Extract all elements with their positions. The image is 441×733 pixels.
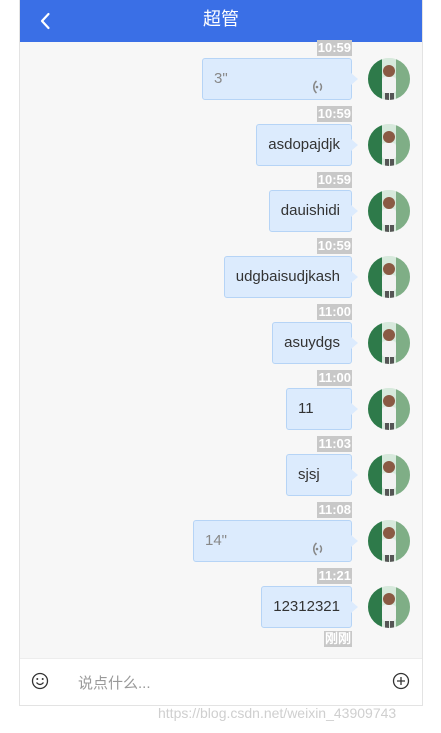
voice-message-bubble[interactable]: 14" (193, 520, 358, 562)
page-title: 超管 (203, 9, 239, 29)
timestamp: 11:08 (317, 502, 352, 518)
avatar[interactable] (368, 58, 410, 100)
timestamp: 10:59 (316, 238, 352, 254)
timestamp: 11:00 (317, 370, 352, 386)
text-message-bubble[interactable]: 12312321 (261, 586, 358, 628)
voice-wave-icon (312, 71, 329, 94)
message-row: 10:59 udgbaisudjkash (20, 238, 422, 306)
message-row: 10:59 3" (20, 40, 422, 108)
message-row: 11:03 sjsj (20, 436, 422, 504)
avatar[interactable] (368, 124, 410, 166)
message-row: 11:00 11 (20, 370, 422, 438)
message-list[interactable]: 10:59 3" 10:59 asdopajdjk 10:59 dauishid… (20, 40, 422, 658)
message-row: 11:21 12312321 (20, 568, 422, 636)
voice-duration: 3" (214, 70, 228, 87)
timestamp: 10:59 (316, 40, 352, 56)
input-bar (20, 658, 422, 705)
message-row: 10:59 asdopajdjk (20, 106, 422, 174)
message-row: 10:59 dauishidi (20, 172, 422, 240)
plus-circle-icon[interactable] (392, 672, 410, 690)
text-message-bubble[interactable]: asuydgs (272, 322, 358, 364)
text-message-bubble[interactable]: asdopajdjk (256, 124, 358, 166)
watermark: https://blog.csdn.net/weixin_43909743 (158, 705, 397, 721)
text-message-bubble[interactable]: 11 (286, 388, 358, 430)
avatar[interactable] (368, 454, 410, 496)
avatar[interactable] (368, 520, 410, 562)
timestamp: 10:59 (316, 172, 352, 188)
emoji-icon[interactable] (31, 672, 49, 690)
avatar[interactable] (368, 322, 410, 364)
top-bar: 超管 (20, 0, 422, 42)
voice-message-bubble[interactable]: 3" (202, 58, 358, 100)
text-message-bubble[interactable]: dauishidi (268, 190, 359, 232)
message-input[interactable] (76, 668, 380, 698)
avatar[interactable] (368, 388, 410, 430)
text-message-bubble[interactable]: udgbaisudjkash (223, 256, 359, 298)
avatar[interactable] (368, 190, 410, 232)
message-row: 11:00 asuydgs (20, 304, 422, 372)
chat-screen: 超管 10:59 3" 10:59 asdopajdjk 10:59 dauis… (19, 0, 423, 706)
avatar[interactable] (368, 586, 410, 628)
text-message-bubble[interactable]: sjsj (286, 454, 358, 496)
message-row: 11:08 14" (20, 502, 422, 570)
timestamp: 刚刚 (323, 631, 352, 647)
timestamp: 10:59 (316, 106, 352, 122)
voice-duration: 14" (205, 532, 228, 549)
avatar[interactable] (368, 256, 410, 298)
timestamp: 11:21 (317, 568, 352, 584)
voice-wave-icon (312, 533, 329, 556)
timestamp: 11:00 (317, 304, 352, 320)
timestamp: 11:03 (317, 436, 352, 452)
